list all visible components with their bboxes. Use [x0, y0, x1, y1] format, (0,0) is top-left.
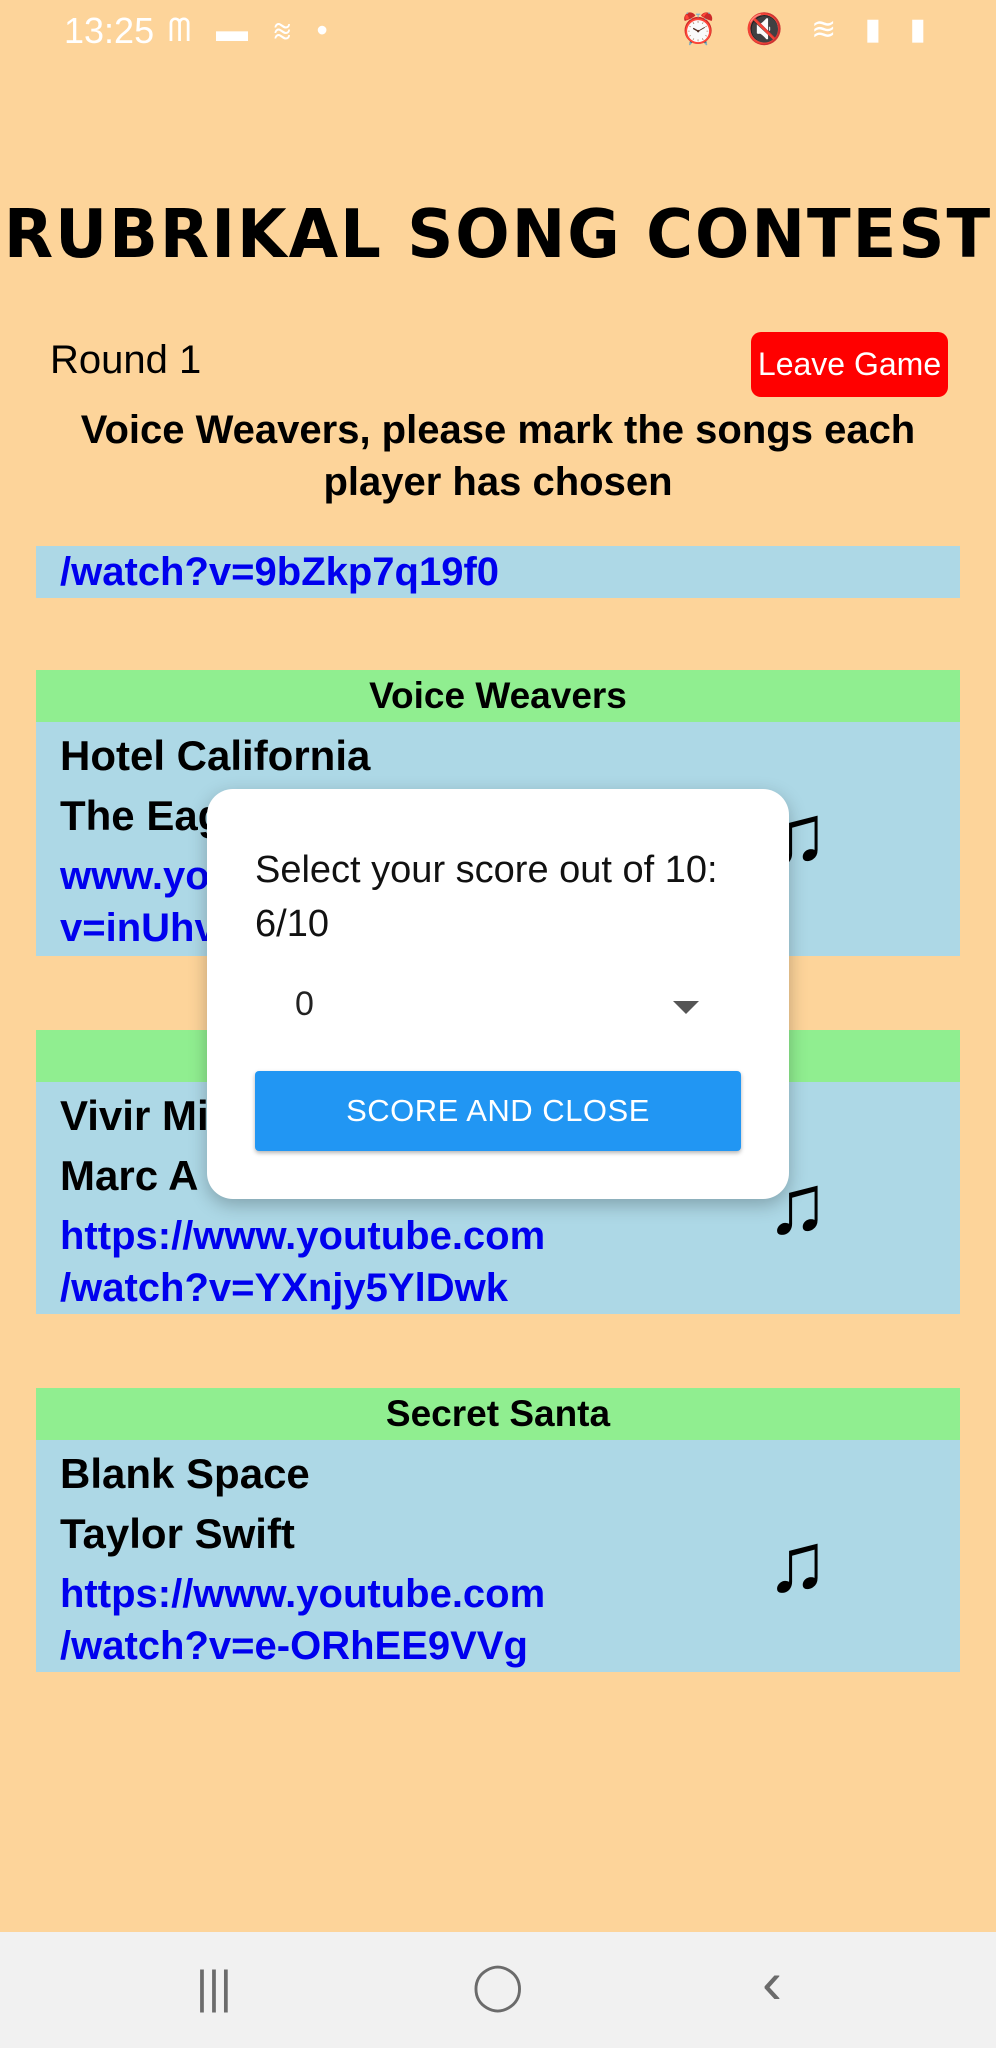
round-label: Round 1 — [50, 338, 202, 382]
song-artist: Marc A — [60, 1152, 199, 1199]
song-card: Secret Santa Blank Space Taylor Swift ht… — [36, 1388, 960, 1672]
signal-icon: ▮ — [864, 13, 892, 46]
song-title: Hotel California — [60, 732, 371, 779]
back-icon[interactable]: ‹ — [762, 1948, 782, 2017]
system-nav-bar: ||| ◯ ‹ — [0, 1932, 996, 2048]
dialog-title: Select your score out of 10: 6/10 — [255, 849, 718, 945]
player-name: Secret Santa — [36, 1388, 960, 1440]
dot-icon: • — [316, 12, 336, 48]
instruction-text: Voice Weavers, please mark the songs eac… — [80, 408, 916, 504]
song-link-line1[interactable]: https://www.youtube.com — [60, 1210, 820, 1262]
leave-game-button[interactable]: Leave Game — [751, 332, 948, 397]
score-dialog: Select your score out of 10: 6/10 0 SCOR… — [207, 789, 789, 1199]
song-artist: Taylor Swift — [60, 1510, 295, 1557]
app-title: RUBRIKAL SONG CONTEST — [3, 196, 993, 274]
song-link-line2[interactable]: /watch?v=e-ORhEE9VVg — [60, 1620, 820, 1672]
messenger-icon: ᗰ — [168, 12, 200, 48]
song-link-line1[interactable]: https://www.youtube.com — [60, 1568, 820, 1620]
alarm-icon: ⏰ — [679, 13, 728, 46]
wifi-signal-icon: ≋ — [811, 13, 847, 46]
recents-icon[interactable]: ||| — [196, 1960, 232, 2014]
score-and-close-button[interactable]: SCORE AND CLOSE — [255, 1071, 741, 1151]
notification-icons: ᗰ ▬ ≋ • — [168, 12, 336, 50]
song-artist: The Eag — [60, 792, 224, 839]
status-bar: 13:25 ᗰ ▬ ≋ • ⏰ 🔇 ≋ ▮ ▮ — [0, 0, 996, 64]
score-select-value[interactable]: 0 — [295, 985, 314, 1024]
song-link[interactable]: https://www.youtube.com /watch?v=YXnjy5Y… — [60, 1210, 820, 1314]
dropdown-arrow-icon[interactable] — [673, 1001, 699, 1014]
song-card-partial: /watch?v=9bZkp7q19f0 — [36, 546, 960, 598]
song-link[interactable]: /watch?v=9bZkp7q19f0 — [60, 546, 499, 598]
music-note-icon[interactable]: ♫ — [766, 1520, 829, 1604]
score-select[interactable]: 0 — [255, 977, 743, 1041]
status-time: 13:25 — [64, 10, 155, 51]
song-link[interactable]: https://www.youtube.com /watch?v=e-ORhEE… — [60, 1568, 820, 1672]
home-icon[interactable]: ◯ — [472, 1958, 523, 2012]
song-title: Blank Space — [60, 1450, 310, 1497]
chat-icon: ▬ — [216, 12, 256, 48]
song-title: Vivir Mi — [60, 1092, 209, 1139]
battery-icon: ▮ — [909, 13, 936, 46]
wifi-icon: ≋ — [272, 12, 300, 48]
system-icons: ⏰ 🔇 ≋ ▮ ▮ — [680, 12, 936, 47]
mute-icon: 🔇 — [745, 13, 793, 46]
player-name: Voice Weavers — [36, 670, 960, 722]
song-link-line2[interactable]: /watch?v=YXnjy5YlDwk — [60, 1262, 820, 1314]
